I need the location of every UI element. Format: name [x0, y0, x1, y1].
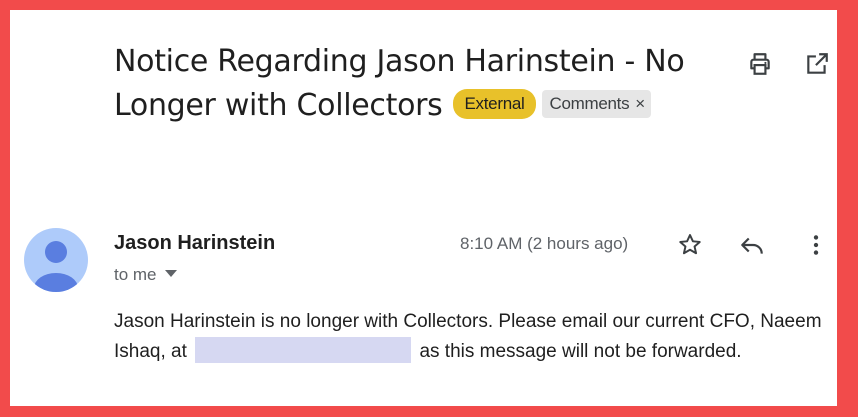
open-in-new-icon: [807, 53, 828, 74]
comments-label-chip[interactable]: Comments ×: [542, 89, 651, 118]
sender-avatar[interactable]: [24, 228, 88, 292]
more-options-button[interactable]: [802, 231, 830, 259]
remove-label-icon[interactable]: ×: [635, 94, 645, 113]
comments-label-text: Comments: [549, 93, 630, 113]
person-icon: [34, 241, 78, 292]
email-view: Notice Regarding Jason Harinstein - No L…: [10, 10, 837, 406]
external-label-chip[interactable]: External: [452, 88, 537, 119]
open-in-new-window-button[interactable]: [803, 50, 831, 78]
email-body: Jason Harinstein is no longer with Colle…: [114, 307, 834, 367]
reply-icon: [741, 237, 763, 254]
email-subject-heading: Notice Regarding Jason Harinstein - No L…: [114, 40, 734, 128]
star-button[interactable]: [676, 231, 704, 259]
email-timestamp: 8:10 AM (2 hours ago): [460, 234, 629, 253]
print-icon: [750, 53, 770, 75]
print-button[interactable]: [746, 50, 774, 78]
redacted-email-address: [195, 336, 412, 363]
recipient-text: to me: [114, 265, 157, 284]
reply-button[interactable]: [738, 231, 766, 259]
caret-down-icon[interactable]: [164, 263, 177, 283]
recipient-details[interactable]: to me: [114, 265, 177, 285]
star-icon: [679, 234, 701, 255]
sender-name[interactable]: Jason Harinstein: [114, 232, 275, 255]
more-vert-icon: [813, 235, 819, 255]
email-body-part2: as this message will not be forwarded.: [419, 341, 742, 362]
